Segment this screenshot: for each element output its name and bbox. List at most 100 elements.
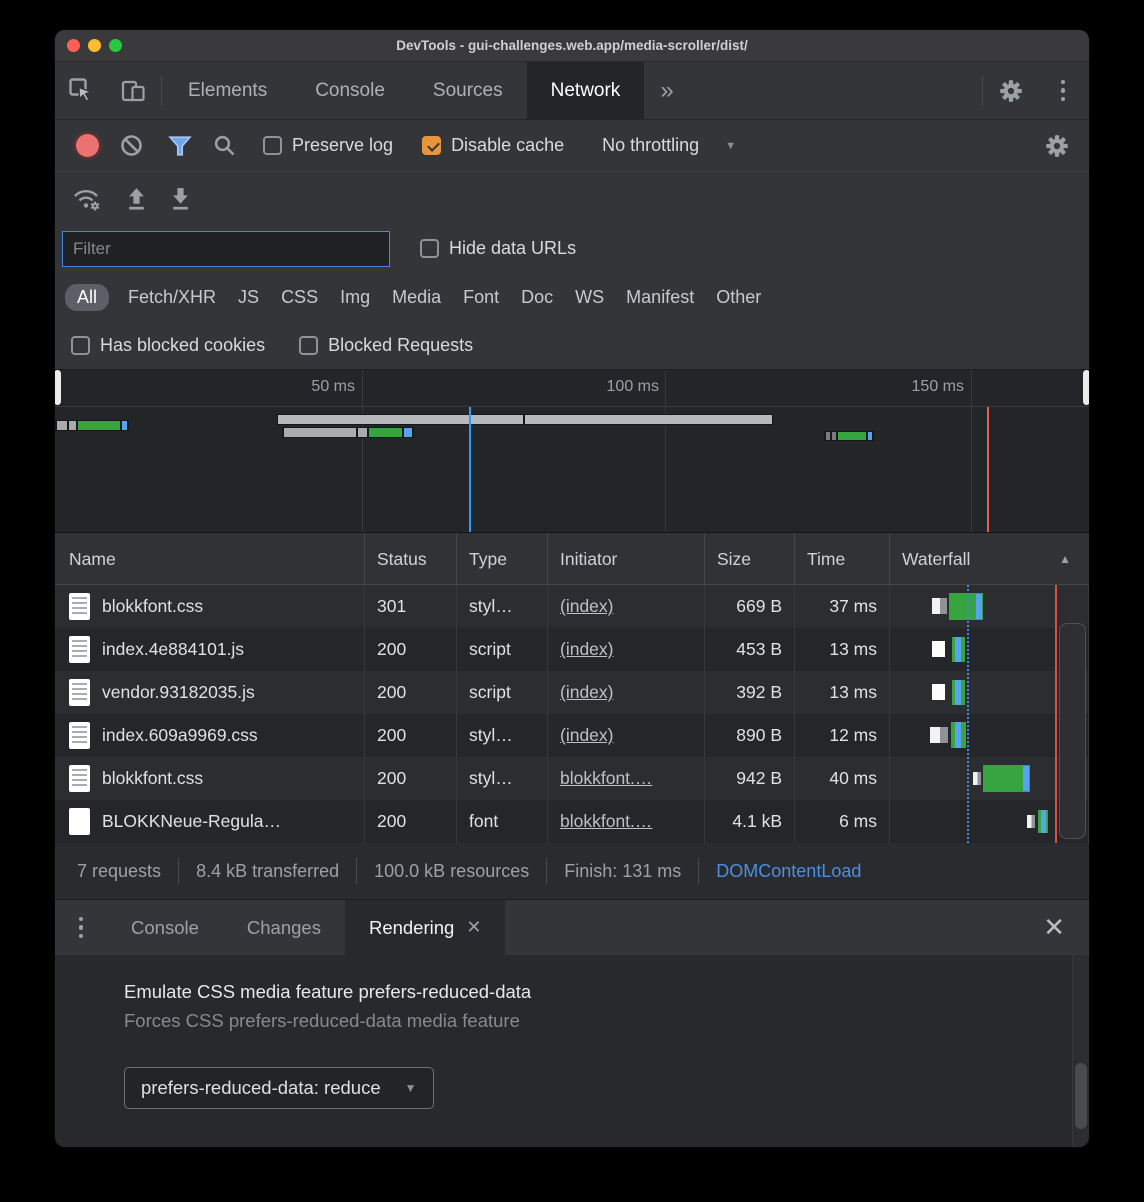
filter-toggle-button[interactable]	[158, 126, 202, 166]
has-blocked-cookies-control[interactable]: Has blocked cookies	[71, 335, 265, 356]
column-header-size[interactable]: Size	[705, 533, 795, 585]
titlebar: DevTools - gui-challenges.web.app/media-…	[55, 30, 1089, 62]
initiator-link[interactable]: (index)	[560, 725, 614, 746]
filter-chip-other[interactable]: Other	[705, 284, 772, 311]
overview-right-resize-handle[interactable]	[1083, 370, 1089, 405]
inspect-cursor-icon	[68, 77, 95, 104]
drawer-tab-rendering[interactable]: Rendering ✕	[345, 900, 505, 955]
close-tab-icon[interactable]: ✕	[466, 917, 481, 938]
import-har-button[interactable]	[114, 179, 158, 219]
table-row[interactable]: BLOKKNeue-Regula… 200 font blokkfont.… 4…	[55, 800, 1089, 843]
column-header-name[interactable]: Name	[55, 533, 365, 585]
select-value: prefers-reduced-data: reduce	[141, 1077, 381, 1099]
stylesheet-file-icon	[69, 765, 90, 792]
device-toolbar-icon	[120, 77, 147, 104]
filter-chip-all[interactable]: All	[65, 284, 109, 311]
minimize-window-button[interactable]	[88, 39, 101, 52]
table-row[interactable]: blokkfont.css 200 styl… blokkfont.… 942 …	[55, 757, 1089, 800]
main-menu-button[interactable]	[1037, 62, 1089, 119]
waterfall-bar	[949, 593, 983, 620]
inspect-element-button[interactable]	[55, 62, 107, 119]
table-row[interactable]: index.4e884101.js 200 script (index) 453…	[55, 628, 1089, 671]
blocked-requests-label: Blocked Requests	[328, 335, 473, 356]
initiator-link[interactable]: blokkfont.…	[560, 811, 652, 832]
drawer-menu-button[interactable]	[55, 900, 107, 955]
filter-chip-js[interactable]: JS	[227, 284, 270, 311]
table-row[interactable]: vendor.93182035.js 200 script (index) 39…	[55, 671, 1089, 714]
more-tabs-button[interactable]: »	[644, 62, 689, 119]
filter-chip-fetch-xhr[interactable]: Fetch/XHR	[117, 284, 227, 311]
zoom-window-button[interactable]	[109, 39, 122, 52]
has-blocked-cookies-label: Has blocked cookies	[100, 335, 265, 356]
column-header-time[interactable]: Time	[795, 533, 890, 585]
filter-chip-media[interactable]: Media	[381, 284, 452, 311]
panel-scrollbar[interactable]	[1072, 955, 1089, 1147]
settings-button[interactable]	[985, 62, 1037, 119]
preserve-log-control[interactable]: Preserve log	[263, 135, 393, 156]
tick-label-50ms: 50 ms	[311, 378, 355, 396]
blocked-requests-control[interactable]: Blocked Requests	[299, 335, 473, 356]
overview-left-resize-handle[interactable]	[55, 370, 61, 405]
filter-chip-img[interactable]: Img	[329, 284, 381, 311]
network-conditions-button[interactable]	[65, 179, 109, 219]
filter-chip-css[interactable]: CSS	[270, 284, 329, 311]
clear-network-log-button[interactable]	[109, 126, 153, 166]
column-header-type[interactable]: Type	[457, 533, 548, 585]
tab-console[interactable]: Console	[291, 62, 409, 119]
throttling-dropdown[interactable]: No throttling ▼	[602, 135, 736, 156]
overview-request-bar	[824, 431, 874, 441]
chevron-down-icon: ▼	[725, 140, 736, 152]
filter-chip-doc[interactable]: Doc	[510, 284, 564, 311]
network-overview-timeline[interactable]: 50 ms 100 ms 150 ms	[55, 370, 1089, 533]
load-event-marker	[987, 407, 989, 532]
search-button[interactable]	[202, 126, 246, 166]
chevron-down-icon: ▼	[405, 1081, 417, 1095]
upload-icon	[125, 186, 148, 211]
tab-sources[interactable]: Sources	[409, 62, 527, 119]
initiator-link[interactable]: (index)	[560, 682, 614, 703]
panel-scrollbar-thumb[interactable]	[1075, 1063, 1087, 1129]
column-header-waterfall[interactable]: Waterfall ▲	[890, 533, 1089, 585]
network-settings-button[interactable]	[1035, 126, 1079, 166]
record-network-log-button[interactable]	[65, 126, 109, 166]
disable-cache-control[interactable]: Disable cache	[422, 135, 564, 156]
drawer-tab-console[interactable]: Console	[107, 900, 223, 955]
waterfall-scrollbar-thumb[interactable]	[1059, 623, 1086, 839]
gridline	[665, 370, 666, 532]
tab-elements[interactable]: Elements	[164, 62, 291, 119]
initiator-link[interactable]: (index)	[560, 596, 614, 617]
devtools-window: DevTools - gui-challenges.web.app/media-…	[55, 30, 1089, 1147]
table-row[interactable]: blokkfont.css 301 styl… (index) 669 B 37…	[55, 585, 1089, 628]
close-drawer-button[interactable]: ✕	[1019, 900, 1089, 955]
has-blocked-cookies-checkbox[interactable]	[71, 336, 90, 355]
filter-input[interactable]	[62, 231, 390, 267]
filter-chip-ws[interactable]: WS	[564, 284, 615, 311]
filter-chip-manifest[interactable]: Manifest	[615, 284, 705, 311]
requests-table-body: blokkfont.css 301 styl… (index) 669 B 37…	[55, 585, 1089, 843]
device-toolbar-button[interactable]	[107, 62, 159, 119]
waterfall-waiting-block	[932, 684, 945, 700]
disable-cache-checkbox[interactable]	[422, 136, 441, 155]
wifi-gear-icon	[72, 186, 102, 212]
requests-table-header: Name Status Type Initiator Size Time Wat…	[55, 533, 1089, 585]
resources-size: 100.0 kB resources	[374, 861, 529, 882]
blocked-requests-checkbox[interactable]	[299, 336, 318, 355]
hide-data-urls-checkbox[interactable]	[420, 239, 439, 258]
tab-network[interactable]: Network	[527, 62, 645, 119]
waterfall-waiting-block	[930, 727, 948, 743]
font-file-icon	[69, 808, 90, 835]
column-header-initiator[interactable]: Initiator	[548, 533, 705, 585]
initiator-link[interactable]: blokkfont.…	[560, 768, 652, 789]
close-window-button[interactable]	[67, 39, 80, 52]
prefers-reduced-data-select[interactable]: prefers-reduced-data: reduce ▼	[124, 1067, 434, 1109]
filter-chip-font[interactable]: Font	[452, 284, 510, 311]
tick-label-150ms: 150 ms	[912, 378, 964, 396]
initiator-link[interactable]: (index)	[560, 639, 614, 660]
hide-data-urls-label: Hide data URLs	[449, 238, 576, 259]
export-har-button[interactable]	[158, 179, 202, 219]
drawer-tab-changes[interactable]: Changes	[223, 900, 345, 955]
hide-data-urls-control[interactable]: Hide data URLs	[420, 238, 576, 259]
column-header-status[interactable]: Status	[365, 533, 457, 585]
table-row[interactable]: index.609a9969.css 200 styl… (index) 890…	[55, 714, 1089, 757]
preserve-log-checkbox[interactable]	[263, 136, 282, 155]
